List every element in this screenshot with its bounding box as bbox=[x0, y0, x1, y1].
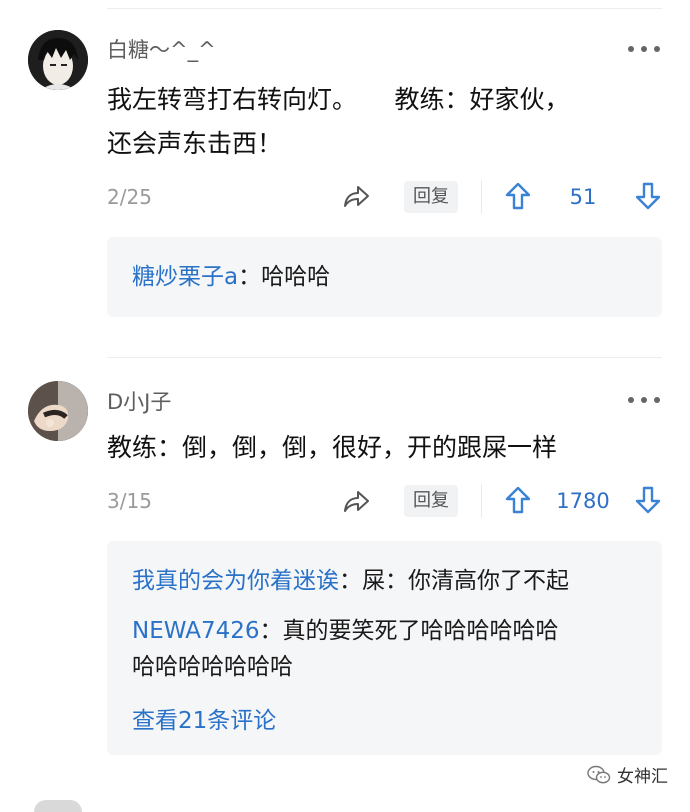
share-icon[interactable] bbox=[341, 486, 371, 516]
comment-divider bbox=[107, 357, 662, 358]
watermark-text: 女神汇 bbox=[617, 767, 668, 787]
avatar[interactable] bbox=[28, 30, 88, 90]
reply-username[interactable]: 糖炒栗子a bbox=[132, 264, 238, 290]
username[interactable]: D小J子 bbox=[107, 386, 171, 416]
reply-text: 真的要笑死了哈哈哈哈哈哈 bbox=[282, 618, 559, 644]
reply-button[interactable]: 回复 bbox=[404, 485, 458, 517]
upvote-icon[interactable] bbox=[503, 180, 533, 212]
reply-button[interactable]: 回复 bbox=[404, 181, 458, 213]
reply-text: 哈哈哈 bbox=[261, 264, 331, 290]
downvote-icon[interactable] bbox=[633, 180, 663, 212]
comment-date: 2/25 bbox=[107, 185, 152, 209]
divider bbox=[481, 180, 482, 214]
avatar-image bbox=[28, 30, 88, 90]
more-icon[interactable] bbox=[628, 395, 660, 405]
divider bbox=[481, 484, 482, 518]
avatar[interactable] bbox=[28, 381, 88, 441]
downvote-icon[interactable] bbox=[633, 484, 663, 516]
share-icon[interactable] bbox=[341, 181, 371, 211]
wechat-icon bbox=[587, 765, 611, 783]
vote-count: 51 bbox=[569, 185, 597, 209]
vote-count: 1780 bbox=[556, 489, 610, 513]
reply-item[interactable]: NEWA7426：真的要笑死了哈哈哈哈哈哈 哈哈哈哈哈哈哈 bbox=[132, 613, 642, 685]
reply-box: 我真的会为你着迷诶：屎：你清高你了不起 NEWA7426：真的要笑死了哈哈哈哈哈… bbox=[107, 541, 662, 755]
reply-box: 糖炒栗子a：哈哈哈 bbox=[107, 237, 662, 317]
comment-text: 我左转弯打右转向灯。 教练：好家伙， 还会声东击西！ bbox=[107, 78, 667, 166]
comment-text: 教练：倒，倒，倒，很好，开的跟屎一样 bbox=[107, 426, 667, 470]
reply-username[interactable]: NEWA7426 bbox=[132, 618, 260, 644]
comment-text-line: 教练：倒，倒，倒，很好，开的跟屎一样 bbox=[107, 433, 558, 462]
reply-item[interactable]: 糖炒栗子a：哈哈哈 bbox=[132, 259, 642, 295]
reply-text-continued: 哈哈哈哈哈哈哈 bbox=[132, 654, 293, 680]
reply-separator: ： bbox=[238, 264, 262, 290]
comment-date: 3/15 bbox=[107, 489, 152, 513]
reply-text: 屎：你清高你了不起 bbox=[362, 568, 569, 594]
watermark: 女神汇 bbox=[587, 762, 668, 787]
next-avatar bbox=[34, 800, 82, 812]
reply-item[interactable]: 我真的会为你着迷诶：屎：你清高你了不起 bbox=[132, 563, 642, 599]
reply-separator: ： bbox=[259, 618, 283, 644]
reply-separator: ： bbox=[339, 568, 362, 594]
username[interactable]: 白糖～^_^ bbox=[107, 34, 216, 64]
top-divider bbox=[107, 8, 662, 9]
more-icon[interactable] bbox=[628, 44, 660, 54]
comment-text-line: 还会声东击西！ bbox=[107, 129, 283, 158]
reply-username[interactable]: 我真的会为你着迷诶 bbox=[132, 568, 339, 594]
upvote-icon[interactable] bbox=[503, 484, 533, 516]
comment-text-line: 我左转弯打右转向灯。 教练：好家伙， bbox=[107, 85, 570, 114]
view-more-replies-link[interactable]: 查看21条评论 bbox=[132, 701, 276, 735]
avatar-image bbox=[28, 381, 88, 441]
